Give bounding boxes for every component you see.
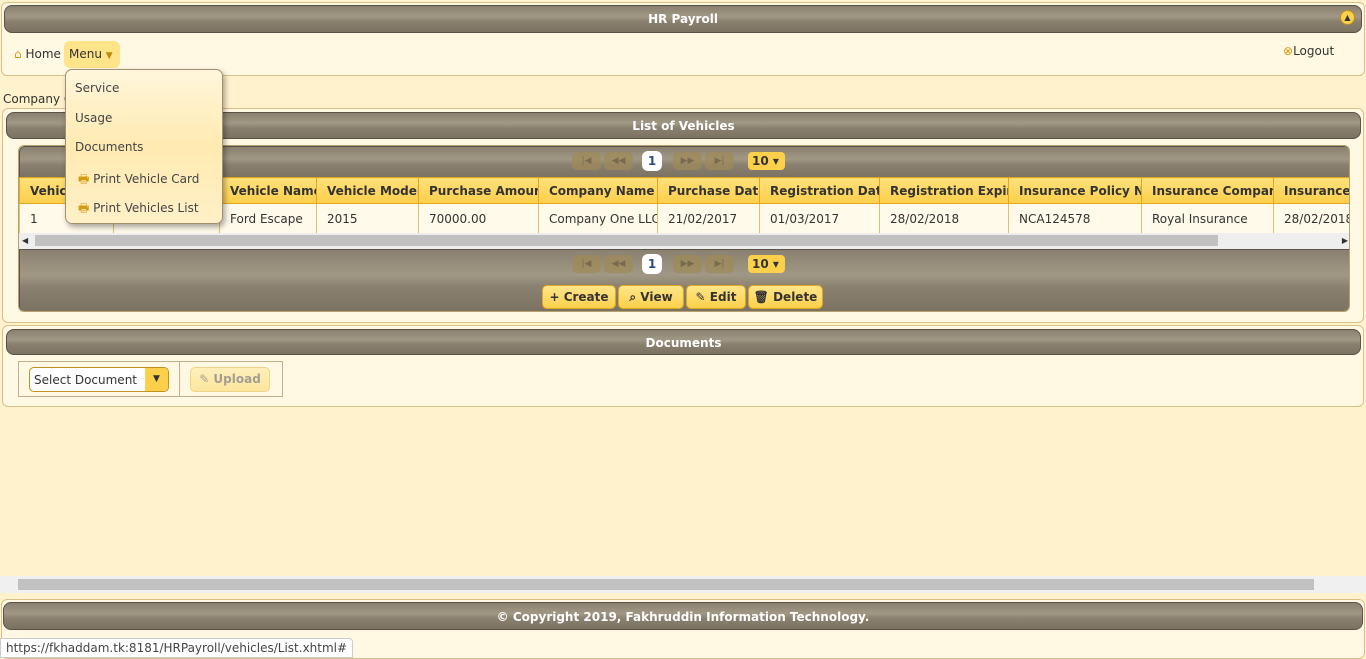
upload-button[interactable]: ✎ Upload bbox=[190, 367, 270, 392]
home-icon: ⌂ bbox=[14, 47, 22, 61]
print-icon: 🖶 bbox=[78, 172, 94, 186]
menu-label: Menu bbox=[69, 47, 102, 61]
column-header[interactable]: Insurance E bbox=[1273, 177, 1349, 204]
vehicles-title: List of Vehicles bbox=[632, 119, 735, 133]
chevron-down-icon: ▼ bbox=[105, 51, 113, 61]
scroll-left-icon[interactable]: ◀ bbox=[22, 233, 28, 249]
create-label: Create bbox=[563, 290, 609, 304]
rows-per-page-select[interactable]: 10 ▾ bbox=[748, 255, 785, 273]
column-header[interactable]: Vehicle Name bbox=[219, 177, 317, 204]
close-circle-icon: ⊗ bbox=[1283, 44, 1294, 58]
next-page-button[interactable]: ▶▶ bbox=[673, 255, 702, 273]
logout-label: Logout bbox=[1293, 44, 1335, 58]
scrollbar-thumb[interactable] bbox=[35, 235, 1218, 246]
divider bbox=[179, 361, 180, 397]
column-header[interactable]: Vehicle Model bbox=[316, 177, 419, 204]
menu-item[interactable]: Service bbox=[75, 81, 119, 95]
menu-item-label: Usage bbox=[75, 111, 113, 125]
upload-label: Upload bbox=[213, 372, 261, 386]
next-page-button[interactable]: ▶▶ bbox=[673, 152, 702, 170]
chevron-down-icon[interactable]: ▼ bbox=[145, 368, 168, 391]
select-document-dropdown[interactable]: Select Document ▼ bbox=[29, 367, 169, 392]
table-cell: Royal Insurance bbox=[1141, 203, 1274, 234]
rows-per-page-select[interactable]: 10 ▾ bbox=[748, 152, 785, 170]
home-link[interactable]: ⌂ Home bbox=[14, 47, 61, 61]
print-icon: 🖶 bbox=[78, 201, 94, 215]
app-title: HR Payroll bbox=[648, 12, 718, 26]
menu-item-label: Documents bbox=[75, 140, 144, 154]
menu-item[interactable]: 🖶 Print Vehicles List bbox=[78, 199, 199, 220]
rows-per-page-value: 10 bbox=[752, 257, 769, 271]
page-number-button[interactable]: 1 bbox=[642, 151, 662, 171]
select-document-label: Select Document bbox=[34, 373, 138, 387]
copyright-text: © Copyright 2019, Fakhruddin Information… bbox=[496, 610, 870, 624]
table-cell: 28/02/2018 bbox=[1273, 203, 1349, 234]
last-page-button[interactable]: ▶| bbox=[705, 255, 734, 273]
menu-item[interactable]: Documents bbox=[75, 140, 143, 154]
table-cell: 70000.00 bbox=[418, 203, 539, 234]
create-button[interactable]: + Create bbox=[542, 285, 616, 309]
delete-button[interactable]: 🗑 Delete bbox=[748, 285, 823, 309]
table-cell: 28/02/2018 bbox=[879, 203, 1009, 234]
table-cell: NCA124578 bbox=[1008, 203, 1142, 234]
scroll-right-icon[interactable]: ▶ bbox=[1342, 233, 1348, 249]
column-header[interactable]: Purchase Amount bbox=[418, 177, 539, 204]
page-horizontal-scrollbar[interactable] bbox=[0, 576, 1366, 593]
view-label: View bbox=[640, 290, 673, 304]
table-cell: Company One LLC bbox=[538, 203, 658, 234]
prev-page-button[interactable]: ◀◀ bbox=[604, 152, 633, 170]
menu-item[interactable]: 🖶 Print Vehicle Card bbox=[78, 170, 199, 191]
edit-button[interactable]: ✎ Edit bbox=[686, 285, 746, 309]
trash-icon: 🗑 bbox=[753, 290, 769, 304]
column-header[interactable]: Insurance Policy No bbox=[1008, 177, 1142, 204]
collapse-icon[interactable]: ▲ bbox=[1340, 10, 1355, 25]
menu-button[interactable]: Menu ▼ bbox=[64, 41, 120, 68]
first-page-button[interactable]: |◀ bbox=[572, 255, 601, 273]
documents-title: Documents bbox=[645, 336, 722, 350]
table-cell: 21/02/2017 bbox=[657, 203, 760, 234]
table-cell: Ford Escape bbox=[219, 203, 317, 234]
rows-per-page-value: 10 bbox=[752, 154, 769, 168]
home-label: Home bbox=[25, 47, 61, 61]
column-header[interactable]: Purchase Date bbox=[657, 177, 760, 204]
logout-link[interactable]: ⊗Logout bbox=[1283, 44, 1334, 58]
page-number-button[interactable]: 1 bbox=[642, 254, 662, 274]
menu-item-label: Print Vehicles List bbox=[93, 201, 199, 215]
menu-dropdown: Service Usage Documents 🖶 Print Vehicle Car… bbox=[65, 69, 223, 224]
menu-item-label: Service bbox=[75, 81, 120, 95]
last-page-button[interactable]: ▶| bbox=[705, 152, 734, 170]
column-header[interactable]: Registration Date bbox=[759, 177, 880, 204]
delete-label: Delete bbox=[773, 290, 818, 304]
status-url-tooltip: https://fkhaddam.tk:8181/HRPayroll/vehic… bbox=[0, 638, 354, 658]
table-cell: 2015 bbox=[316, 203, 419, 234]
app-title-bar: HR Payroll bbox=[4, 5, 1362, 33]
company-label: Company C bbox=[3, 92, 73, 106]
scrollbar-thumb[interactable] bbox=[18, 579, 1314, 590]
search-icon: ⌕ bbox=[629, 290, 637, 304]
footer-bar: © Copyright 2019, Fakhruddin Information… bbox=[3, 602, 1363, 630]
view-button[interactable]: ⌕ View bbox=[618, 285, 684, 309]
first-page-button[interactable]: |◀ bbox=[572, 152, 601, 170]
horizontal-scrollbar[interactable]: ◀ ▶ bbox=[19, 233, 1349, 249]
prev-page-button[interactable]: ◀◀ bbox=[604, 255, 633, 273]
column-header[interactable]: Registration Expiry bbox=[879, 177, 1009, 204]
menu-item[interactable]: Usage bbox=[75, 111, 112, 125]
pencil-icon: ✎ bbox=[695, 290, 706, 304]
edit-label: Edit bbox=[709, 290, 737, 304]
column-header[interactable]: Company Name bbox=[538, 177, 658, 204]
menu-item-label: Print Vehicle Card bbox=[93, 172, 200, 186]
documents-title-bar: Documents bbox=[6, 329, 1361, 355]
column-header[interactable]: Insurance Company bbox=[1141, 177, 1274, 204]
table-cell: 01/03/2017 bbox=[759, 203, 880, 234]
